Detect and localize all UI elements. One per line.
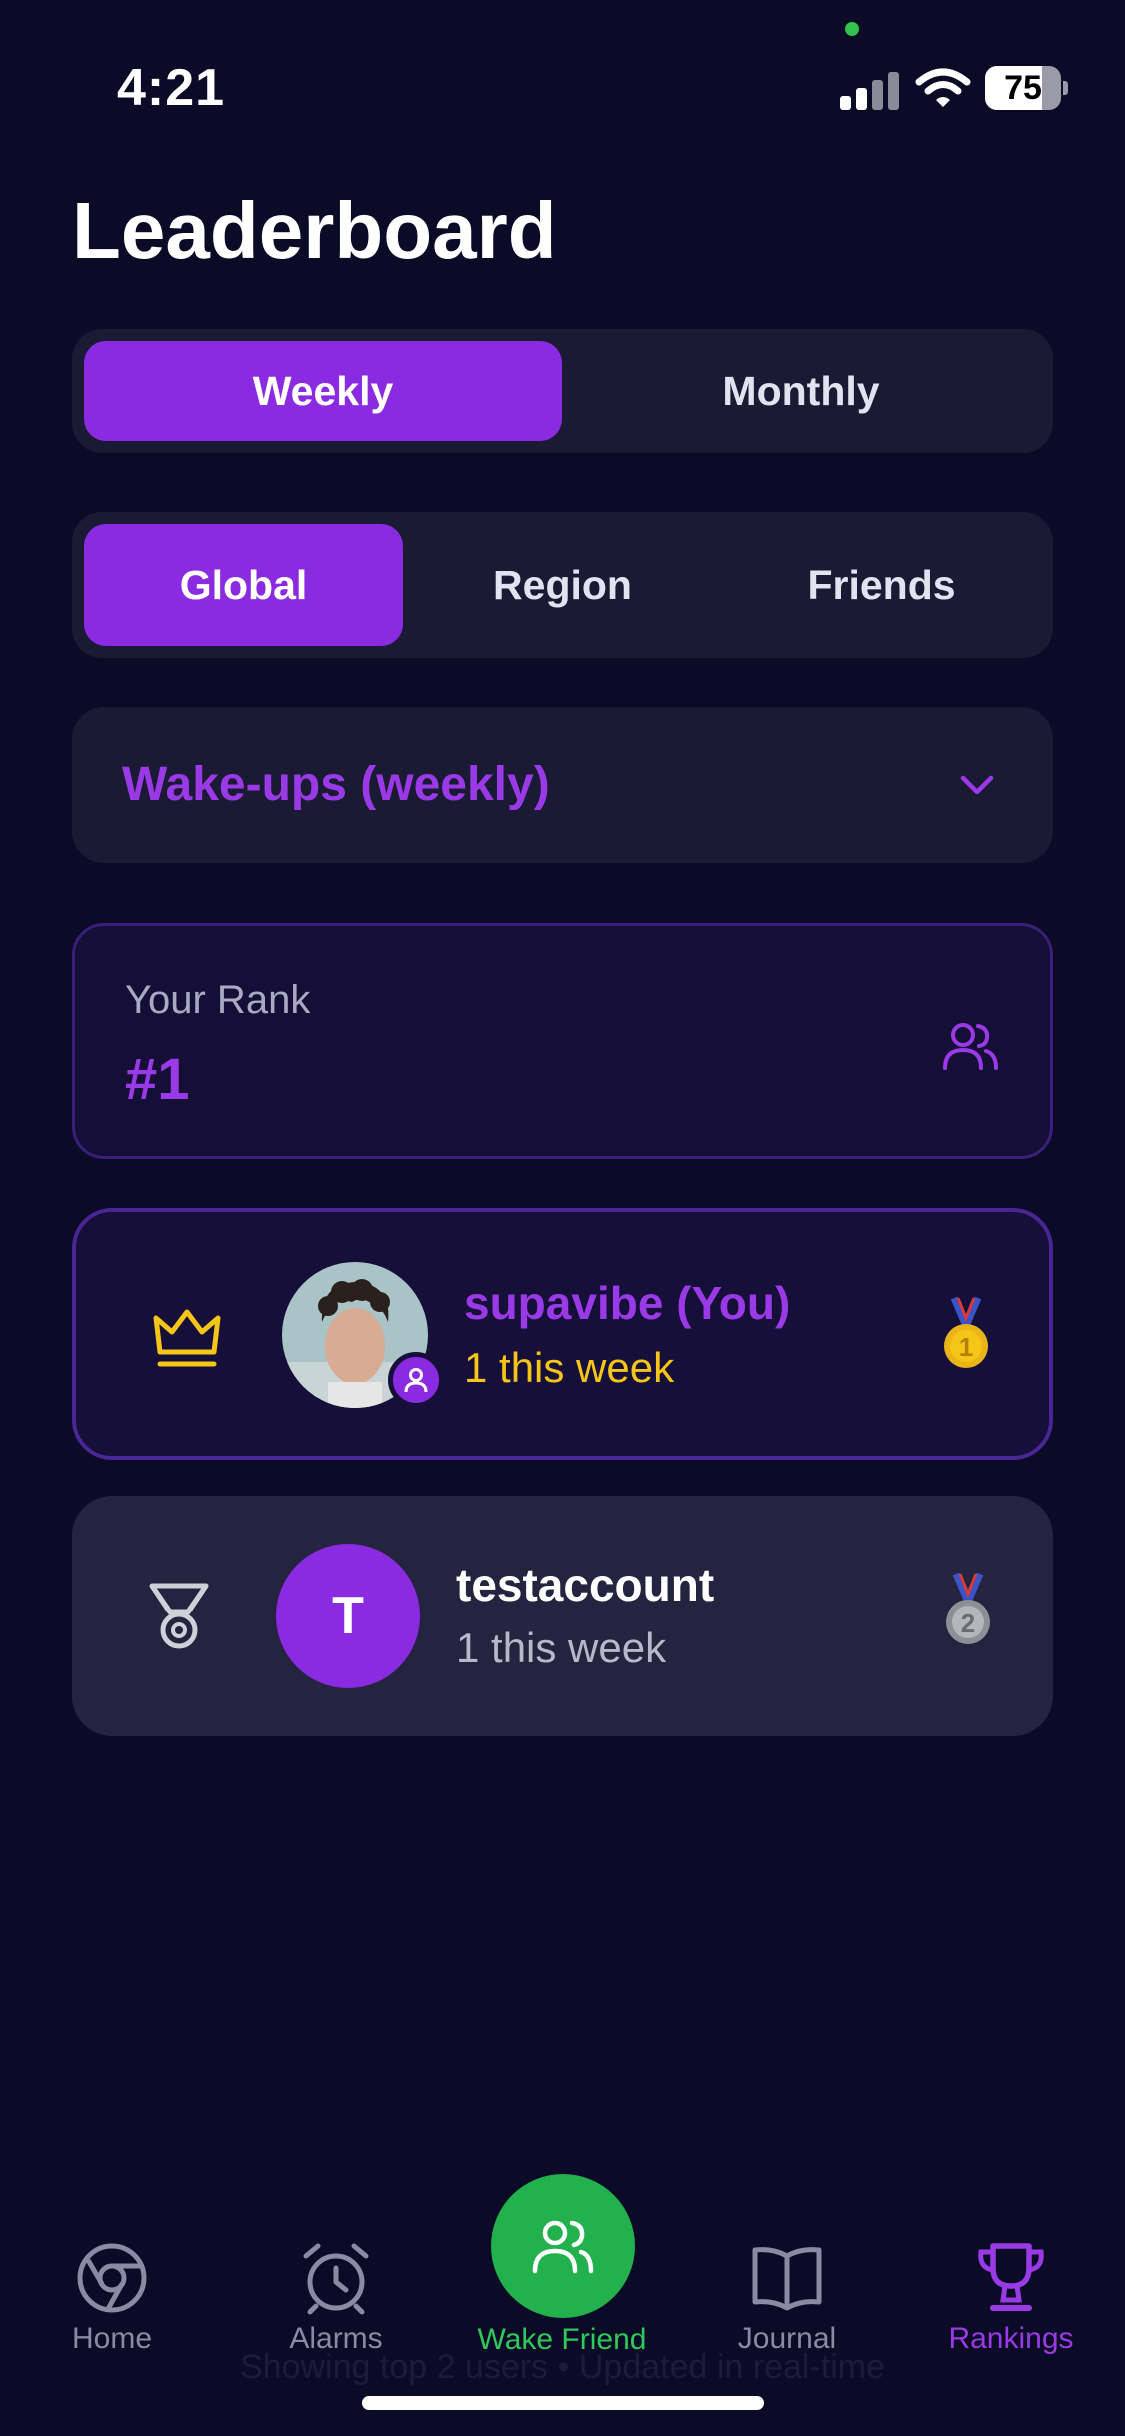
entry-score: 1 this week <box>464 1344 675 1391</box>
nav-home[interactable]: Home <box>22 2240 202 2356</box>
user-icon <box>404 1368 428 1393</box>
your-rank-card: Your Rank #1 <box>72 923 1053 1159</box>
nav-label: Home <box>71 2322 153 2355</box>
period-segmented-control: Weekly Monthly <box>72 329 1053 453</box>
avatar: T <box>276 1544 420 1688</box>
entry-score: 1 this week <box>456 1624 667 1671</box>
tab-monthly[interactable]: Monthly <box>562 341 1040 441</box>
scope-segmented-control: Global Region Friends <box>72 512 1053 658</box>
tab-friends[interactable]: Friends <box>722 524 1041 646</box>
nav-alarms[interactable]: Alarms <box>246 2240 426 2356</box>
nav-label-wake-friend[interactable]: Wake Friend <box>412 2323 712 2357</box>
crown-icon <box>153 1309 221 1367</box>
leaderboard-row[interactable]: supavibe (You) 1 this week 1 <box>72 1208 1053 1460</box>
nav-label: Rankings <box>948 2322 1074 2355</box>
silver-medal-icon: 2 <box>946 1572 990 1644</box>
svg-text:2: 2 <box>961 1608 975 1638</box>
leaderboard-row[interactable]: T testaccount 1 this week 2 <box>72 1496 1053 1736</box>
tab-region[interactable]: Region <box>403 524 722 646</box>
camera-indicator-dot <box>845 22 859 36</box>
users-icon <box>943 1023 998 1070</box>
tab-weekly[interactable]: Weekly <box>84 341 562 441</box>
entry-name: supavibe (You) <box>464 1277 791 1329</box>
nav-rankings[interactable]: Rankings <box>921 2240 1101 2356</box>
metric-dropdown[interactable]: Wake-ups (weekly) <box>72 707 1053 863</box>
your-rank-value: #1 <box>125 1047 190 1112</box>
nav-label: Journal <box>737 2322 837 2355</box>
svg-text:1: 1 <box>959 1332 973 1362</box>
battery-percent: 75 <box>1004 69 1042 107</box>
chrome-icon <box>77 2243 147 2313</box>
nav-journal[interactable]: Journal <box>697 2240 877 2356</box>
metric-dropdown-value: Wake-ups (weekly) <box>122 758 550 811</box>
medal-outline-icon <box>149 1583 209 1649</box>
tab-global[interactable]: Global <box>84 524 403 646</box>
alarm-clock-icon <box>303 2243 369 2315</box>
trophy-icon <box>978 2243 1044 2311</box>
battery-indicator: 75 <box>985 66 1068 110</box>
avatar-badge <box>388 1352 444 1408</box>
page-title: Leaderboard <box>72 186 557 275</box>
gold-medal-icon: 1 <box>944 1296 988 1368</box>
wake-friend-button[interactable] <box>491 2174 635 2318</box>
users-icon <box>532 2220 594 2274</box>
wifi-icon <box>915 68 971 107</box>
status-time: 4:21 <box>117 59 226 117</box>
nav-label: Alarms <box>289 2322 383 2355</box>
cellular-signal-icon <box>840 70 900 110</box>
entry-name: testaccount <box>456 1559 715 1611</box>
chevron-down-icon <box>960 775 994 795</box>
home-indicator <box>362 2396 764 2410</box>
book-open-icon <box>752 2247 822 2311</box>
your-rank-label: Your Rank <box>125 978 311 1022</box>
